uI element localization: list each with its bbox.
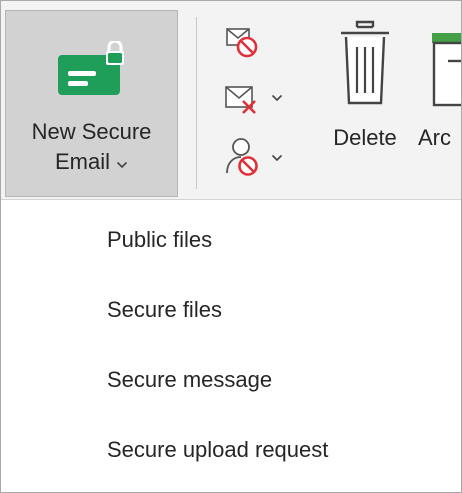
new-secure-email-dropdown-menu: Public files Secure files Secure message… xyxy=(1,200,461,492)
chevron-down-icon xyxy=(116,148,128,178)
menu-item-label: Secure message xyxy=(107,367,273,392)
ribbon-separator xyxy=(196,17,197,189)
new-secure-email-label-line1: New Secure xyxy=(31,119,152,144)
menu-item-secure-upload-request[interactable]: Secure upload request xyxy=(1,415,461,485)
archive-label: Arc xyxy=(418,125,451,150)
menu-item-secure-message[interactable]: Secure message xyxy=(1,345,461,415)
menu-item-label: Secure files xyxy=(107,297,222,322)
trash-icon xyxy=(341,20,389,105)
ignore-conversation-button[interactable] xyxy=(223,79,293,123)
chevron-down-icon xyxy=(271,154,283,162)
app-window: New Secure Email Delete Arc Public files… xyxy=(0,0,462,493)
report-user-icon xyxy=(226,138,258,176)
menu-item-label: Secure upload request xyxy=(107,437,329,462)
ribbon-toolbar: New Secure Email Delete Arc xyxy=(1,1,461,200)
archive-box-icon xyxy=(432,33,461,107)
block-sender-button[interactable] xyxy=(223,23,263,67)
secure-email-lock-icon xyxy=(56,39,128,97)
menu-item-secure-files[interactable]: Secure files xyxy=(1,275,461,345)
delete-button[interactable]: Delete xyxy=(319,15,411,165)
archive-button[interactable]: Arc xyxy=(416,15,461,165)
new-secure-email-label-line2: Email xyxy=(54,149,110,174)
new-secure-email-button[interactable]: New Secure Email xyxy=(5,10,178,197)
new-secure-email-label-line2-wrap: Email xyxy=(6,147,177,178)
new-secure-email-label: New Secure Email xyxy=(6,117,177,178)
block-sender-icon xyxy=(226,28,258,58)
report-user-button[interactable] xyxy=(223,135,293,179)
menu-item-public-files[interactable]: Public files xyxy=(1,205,461,275)
menu-item-label: Public files xyxy=(107,227,213,252)
ignore-conversation-icon xyxy=(225,86,256,114)
delete-label: Delete xyxy=(333,125,397,150)
chevron-down-icon xyxy=(271,94,283,102)
